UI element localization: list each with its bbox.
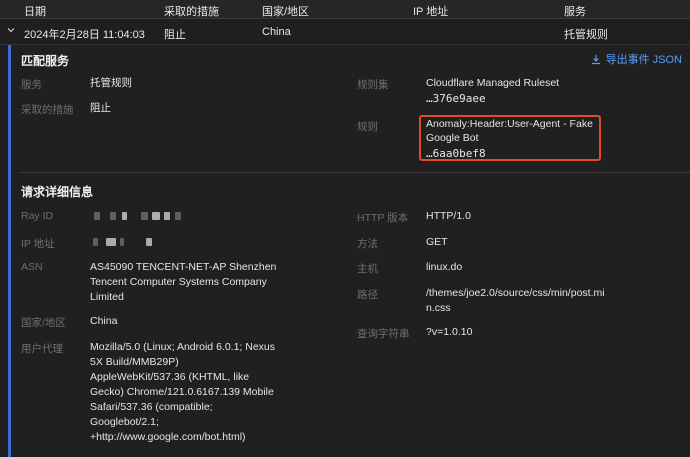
path-label: 路径 [357,289,378,301]
action-value: 阻止 [90,102,111,114]
event-action: 阻止 [164,29,186,41]
host-value: linux.do [426,261,463,273]
http-version-value: HTTP/1.0 [426,210,471,222]
event-row[interactable]: 2024年2月28日 11:04:03 阻止 China 托管规则 [0,20,690,57]
path-value-line-1: /themes/joe2.0/source/css/min/post.mi [426,287,605,299]
service-label: 服务 [21,79,42,91]
user-agent-line-7: +http://www.google.com/bot.html) [90,431,246,443]
table-header: 日期 采取的措施 国家/地区 IP 地址 服务 [0,0,690,19]
rule-label: 规则 [357,121,378,133]
host-label: 主机 [357,263,378,275]
match-section-title: 匹配服务 [21,54,70,68]
country-label: 国家/地区 [21,317,66,329]
event-detail-panel: 匹配服务 导出事件 JSON 服务 托管规则 采取的措施 阻止 规则集 Clou… [8,45,690,457]
section-divider [19,172,690,173]
ip-label: IP 地址 [21,238,55,250]
column-service[interactable]: 服务 [564,3,586,19]
http-version-label: HTTP 版本 [357,212,409,224]
event-country: China [262,26,291,38]
ruleset-label: 规则集 [357,79,389,91]
download-icon [591,54,600,64]
query-label: 查询字符串 [357,328,410,340]
event-date: 2024年2月28日 11:04:03 [24,29,145,41]
request-section-title: 请求详细信息 [21,185,94,199]
query-value: ?v=1.0.10 [426,326,473,338]
export-json-label: 导出事件 JSON [605,54,682,66]
export-json-button[interactable]: 导出事件 JSON [591,51,682,67]
asn-value-line-3: Limited [90,291,124,303]
column-date[interactable]: 日期 [24,3,46,19]
ruleset-id[interactable]: …376e9aee [426,90,486,107]
method-label: 方法 [357,238,378,250]
column-country[interactable]: 国家/地区 [262,3,309,19]
asn-label: ASN [21,261,43,273]
path-value-line-2: n.css [426,302,451,314]
chevron-down-icon[interactable] [6,25,16,35]
service-value: 托管规则 [90,77,132,89]
rayid-label: Ray ID [21,210,54,222]
country-value: China [90,315,118,327]
action-label: 采取的措施 [21,104,74,116]
column-action[interactable]: 采取的措施 [164,3,219,19]
event-service: 托管规则 [564,29,608,41]
column-ip[interactable]: IP 地址 [413,3,448,19]
user-agent-label: 用户代理 [21,343,63,355]
method-value: GET [426,236,448,248]
rule-id[interactable]: …6aa0bef8 [426,145,486,162]
